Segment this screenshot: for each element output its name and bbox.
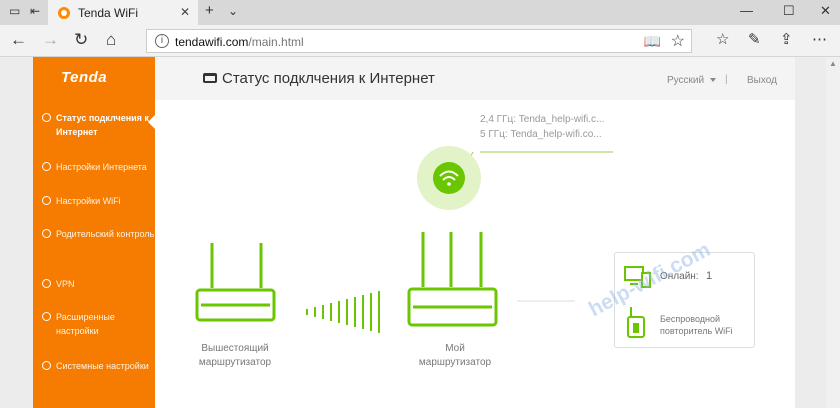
sidebar-item-status[interactable]: Статус подклчения к Интернет [42, 111, 156, 139]
upstream-router-label: Вышестоящий маршрутизатор [198, 343, 272, 368]
sidebar-item-vpn[interactable]: VPN [42, 277, 156, 291]
url-domain: tendawifi.com [175, 35, 249, 49]
tab-preview-icon[interactable]: ▭ [9, 4, 20, 18]
back-icon[interactable]: ← [10, 31, 27, 49]
wifi-repeater-icon [627, 307, 645, 338]
minimize-icon[interactable]: — [740, 3, 753, 18]
page-title: Статус подклчения к Интернет [222, 70, 435, 87]
browser-nav-bar: ← → ↻ ⌂ i tendawifi.com/main.html 📖 ☆ ☆ … [0, 25, 840, 57]
language-caret-icon[interactable] [710, 78, 716, 82]
favorites-hub-icon[interactable]: ☆ [716, 31, 729, 49]
active-item-pointer [148, 115, 155, 129]
site-info-icon[interactable]: i [155, 34, 169, 48]
language-select[interactable]: Русский [667, 75, 704, 86]
share-icon[interactable]: ⇪ [780, 31, 793, 49]
forward-icon[interactable]: → [42, 31, 59, 49]
close-tab-icon[interactable]: ✕ [180, 5, 190, 19]
brand-logo: Tenda [61, 69, 108, 86]
favorite-star-icon[interactable]: ☆ [671, 31, 685, 51]
gear-icon [42, 361, 51, 370]
window-close-icon[interactable]: ✕ [820, 3, 831, 19]
connection-status-icon [42, 113, 51, 122]
wifi-bubble-icon [417, 146, 481, 210]
sidebar-item-label: Расширенные настройки [56, 312, 115, 336]
maximize-icon[interactable]: ☐ [783, 3, 795, 19]
sidebar-item-system[interactable]: Системные настройки [42, 359, 156, 373]
refresh-icon[interactable]: ↻ [74, 31, 88, 49]
sidebar: Tenda Статус подклчения к Интернет Настр… [33, 57, 155, 408]
browser-tab-bar: ▭ ⇤ Tenda WiFi ✕ + ⌄ — ☐ ✕ [0, 0, 840, 25]
set-aside-tabs-icon[interactable]: ⇤ [30, 4, 40, 18]
active-tab[interactable]: Tenda WiFi ✕ [48, 0, 198, 25]
signal-waves-icon [306, 291, 380, 333]
sidebar-item-label: Системные настройки [56, 361, 149, 371]
sidebar-item-label: Настройки WiFi [56, 196, 121, 206]
sidebar-item-advanced[interactable]: Расширенные настройки [42, 310, 156, 338]
parental-control-icon [42, 229, 51, 238]
sidebar-item-internet[interactable]: Настройки Интернета [42, 160, 156, 174]
content-header: Статус подклчения к Интернет Русский | В… [155, 57, 795, 100]
sidebar-item-label: VPN [56, 279, 75, 289]
page-scrollbar[interactable] [826, 57, 840, 408]
wifi-icon [42, 196, 51, 205]
tab-list-chevron-icon[interactable]: ⌄ [228, 4, 238, 18]
tab-title: Tenda WiFi [78, 5, 139, 20]
web-note-icon[interactable]: ✎ [748, 31, 761, 49]
repeater-label: Беспроводной повторитель WiFi [660, 314, 733, 336]
globe-icon [42, 162, 51, 171]
sidebar-item-label: Родительский контроль [56, 229, 155, 239]
router-status-icon [203, 73, 217, 83]
more-menu-icon[interactable]: ⋯ [812, 31, 827, 49]
logout-link[interactable]: Выход [747, 75, 777, 86]
upstream-router-icon [195, 243, 276, 322]
vpn-icon [42, 279, 51, 288]
url-text: tendawifi.com/main.html [175, 35, 304, 49]
tenda-favicon-icon [58, 6, 70, 19]
sidebar-item-parental[interactable]: Родительский контроль [42, 227, 156, 241]
online-count: 1 [706, 270, 713, 282]
my-router-label: Мой маршрутизатор [418, 343, 492, 368]
wrench-icon [42, 312, 51, 321]
sidebar-item-label: Статус подклчения к Интернет [56, 113, 149, 137]
sidebar-item-label: Настройки Интернета [56, 162, 147, 172]
new-tab-icon[interactable]: + [205, 2, 214, 19]
my-router-icon [407, 232, 498, 327]
header-separator: | [725, 74, 728, 85]
sidebar-item-wifi[interactable]: Настройки WiFi [42, 194, 156, 208]
home-icon[interactable]: ⌂ [106, 31, 116, 49]
address-bar[interactable]: i tendawifi.com/main.html 📖 ☆ [146, 29, 692, 53]
page-viewport: Tenda Статус подклчения к Интернет Настр… [0, 57, 840, 408]
url-path: /main.html [248, 35, 304, 49]
reading-view-icon[interactable]: 📖 [644, 33, 661, 50]
